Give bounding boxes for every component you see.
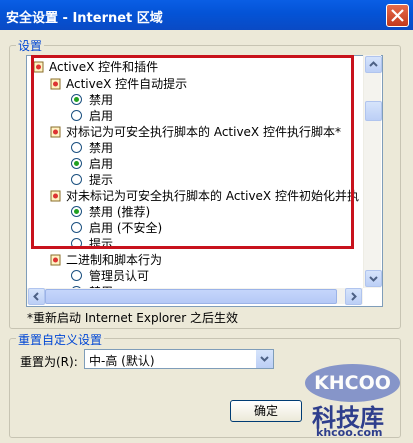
radio-button[interactable]: [71, 270, 82, 281]
radio-button-checked[interactable]: [71, 158, 82, 169]
arrow-up-icon: [369, 61, 378, 67]
watermark-url: khcoo.com: [316, 426, 383, 439]
reset-button[interactable]: 确定: [230, 400, 302, 422]
scroll-down-button[interactable]: [365, 270, 382, 287]
section-label: 二进制和脚本行为: [66, 253, 163, 267]
radio-option-label: 管理员认可: [89, 269, 150, 283]
section-label: 对未标记为可安全执行脚本的 ActiveX 控件初始化并执: [66, 189, 359, 203]
section-label: ActiveX 控件自动提示: [66, 77, 188, 91]
horizontal-scrollbar[interactable]: [27, 288, 363, 305]
radio-option-label: 启用: [89, 109, 114, 123]
settings-gear-icon: [33, 61, 44, 73]
reset-group-label: 重置自定义设置: [16, 331, 105, 348]
radio-button-checked[interactable]: [71, 94, 82, 105]
close-icon: [391, 9, 404, 22]
dropdown-button[interactable]: [256, 350, 273, 368]
radio-button[interactable]: [71, 142, 82, 153]
radio-button[interactable]: [71, 222, 82, 233]
radio-button[interactable]: [71, 174, 82, 185]
radio-option-label: 启用 (不安全): [89, 221, 163, 235]
settings-group-label: 设置: [16, 37, 45, 54]
radio-button[interactable]: [71, 238, 82, 249]
reset-level-select[interactable]: 中-高 (默认): [84, 349, 274, 369]
scroll-left-button[interactable]: [28, 288, 45, 305]
arrow-down-icon: [369, 276, 378, 282]
settings-tree[interactable]: ActiveX 控件和插件 ActiveX 控件自动提示 禁用 启用 对标记为可…: [26, 55, 383, 307]
arrow-left-icon: [33, 292, 39, 301]
radio-option-label: 提示: [89, 237, 114, 251]
radio-option-label: 启用: [89, 157, 114, 171]
scroll-thumb[interactable]: [365, 101, 382, 121]
close-button[interactable]: [386, 4, 409, 27]
settings-gear-icon: [50, 190, 61, 202]
radio-button[interactable]: [71, 110, 82, 121]
settings-gear-icon: [50, 126, 61, 138]
tree-header-label: ActiveX 控件和插件: [49, 60, 159, 74]
horizontal-scroll-thumb[interactable]: [45, 289, 337, 304]
radio-option-label: 提示: [89, 173, 114, 187]
scroll-right-button[interactable]: [345, 288, 362, 305]
restart-note: *重新启动 Internet Explorer 之后生效: [27, 311, 239, 325]
scroll-up-button[interactable]: [365, 56, 382, 73]
window-title: 安全设置 - Internet 区域: [6, 11, 163, 26]
radio-option-label: 禁用 (推荐): [89, 205, 151, 219]
settings-gear-icon: [50, 254, 61, 266]
watermark-logo: KHCOO: [305, 364, 400, 402]
radio-button-checked[interactable]: [71, 206, 82, 217]
reset-to-label: 重置为(R):: [20, 355, 78, 369]
section-label: 对标记为可安全执行脚本的 ActiveX 控件执行脚本*: [66, 125, 341, 139]
vertical-scrollbar[interactable]: [363, 55, 382, 288]
settings-gear-icon: [50, 78, 61, 90]
radio-option-label: 禁用: [89, 141, 114, 155]
title-bar: 安全设置 - Internet 区域: [0, 0, 413, 30]
reset-level-value: 中-高 (默认): [89, 354, 155, 368]
chevron-down-icon: [260, 356, 269, 362]
arrow-right-icon: [351, 292, 357, 301]
radio-option-label: 禁用: [89, 93, 114, 107]
watermark: KHCOO 科技库 khcoo.com: [300, 362, 413, 443]
